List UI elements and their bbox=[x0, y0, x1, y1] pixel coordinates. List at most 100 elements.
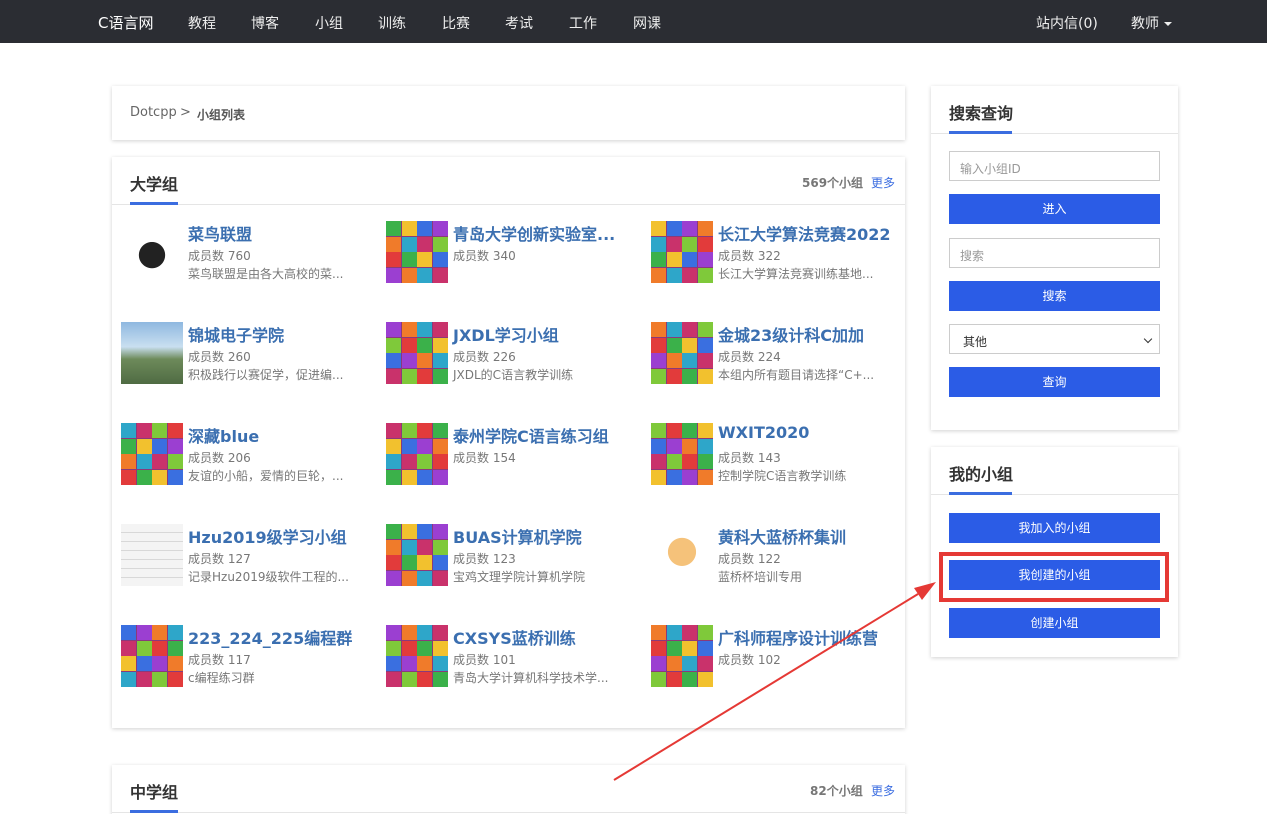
group-thumbnail[interactable] bbox=[386, 524, 448, 586]
group-card[interactable]: BUAS计算机学院 成员数 123 宝鸡文理学院计算机学院 bbox=[386, 524, 636, 586]
nav-item-jobs[interactable]: 工作 bbox=[569, 13, 597, 33]
group-name[interactable]: WXIT2020 bbox=[718, 423, 809, 442]
panel-title: 大学组 bbox=[130, 175, 179, 194]
group-card[interactable]: 锦城电子学院 成员数 260 积极践行以赛促学，促进编... bbox=[121, 322, 371, 384]
caret-down-icon bbox=[1164, 22, 1172, 26]
group-member-count: 成员数 206 bbox=[188, 451, 251, 465]
cube-image bbox=[386, 322, 448, 384]
group-thumbnail[interactable] bbox=[386, 221, 448, 283]
group-name[interactable]: 青岛大学创新实验室... bbox=[453, 221, 615, 245]
group-id-input[interactable]: 输入小组ID bbox=[949, 151, 1160, 181]
brand-logo[interactable]: C语言网 bbox=[98, 12, 153, 33]
nav-item-courses[interactable]: 网课 bbox=[633, 13, 661, 33]
group-member-count: 成员数 102 bbox=[718, 653, 781, 667]
group-member-count: 成员数 760 bbox=[188, 249, 251, 263]
group-card[interactable]: Hzu2019级学习小组 成员数 127 记录Hzu2019级软件工程的... bbox=[121, 524, 371, 586]
group-name[interactable]: 泰州学院C语言练习组 bbox=[453, 423, 609, 447]
group-description: 宝鸡文理学院计算机学院 bbox=[453, 570, 586, 584]
campus-image[interactable] bbox=[121, 322, 183, 384]
nav-item-tutorial[interactable]: 教程 bbox=[188, 13, 216, 33]
group-name[interactable]: BUAS计算机学院 bbox=[453, 524, 582, 548]
group-card[interactable]: 223_224_225编程群 成员数 117 c编程练习群 bbox=[121, 625, 371, 687]
create-group-button[interactable]: 创建小组 bbox=[949, 608, 1160, 638]
user-menu[interactable]: 教师 bbox=[1131, 13, 1172, 33]
cartoon-image[interactable] bbox=[121, 221, 183, 283]
group-card[interactable]: 泰州学院C语言练习组 成员数 154 bbox=[386, 423, 636, 485]
group-name[interactable]: 金城23级计科C加加 bbox=[718, 322, 864, 346]
more-link[interactable]: 更多 bbox=[871, 782, 895, 799]
messages-link[interactable]: 站内信(0) bbox=[1036, 13, 1098, 33]
group-card[interactable]: 广科师程序设计训练营成员数 102 bbox=[651, 625, 901, 687]
cube-image bbox=[386, 423, 448, 485]
title-underline bbox=[949, 131, 1012, 134]
cube-image bbox=[121, 423, 183, 485]
cube-image bbox=[386, 625, 448, 687]
group-card[interactable]: 金城23级计科C加加成员数 224 本组内所有题目请选择“C+... bbox=[651, 322, 901, 384]
middle-school-groups-panel: 中学组 82个小组 更多 bbox=[112, 765, 905, 814]
group-name[interactable]: CXSYS蓝桥训练 bbox=[453, 625, 576, 649]
group-name[interactable]: 锦城电子学院 bbox=[188, 322, 284, 346]
panel-header: 我的小组 bbox=[931, 447, 1178, 495]
breadcrumb-current: 小组列表 bbox=[197, 108, 246, 122]
group-card[interactable]: CXSYS蓝桥训练成员数 101 青岛大学计算机科学技术学... bbox=[386, 625, 636, 687]
breadcrumb-root[interactable]: Dotcpp bbox=[130, 105, 177, 120]
group-thumbnail[interactable] bbox=[651, 423, 713, 485]
anime-image[interactable] bbox=[651, 524, 713, 586]
group-name[interactable]: 长江大学算法竞赛2022 bbox=[718, 221, 891, 245]
group-member-count: 成员数 101 bbox=[453, 653, 516, 667]
group-description: c编程练习群 bbox=[188, 671, 255, 685]
search-button[interactable]: 搜索 bbox=[949, 281, 1160, 311]
group-member-count: 成员数 224 bbox=[718, 350, 781, 364]
highlight-box bbox=[939, 552, 1169, 602]
nav-item-blog[interactable]: 博客 bbox=[251, 13, 279, 33]
group-name[interactable]: 223_224_225编程群 bbox=[188, 625, 352, 649]
group-description: 蓝桥杯培训专用 bbox=[718, 570, 803, 584]
nav-item-exam[interactable]: 考试 bbox=[505, 13, 533, 33]
query-button[interactable]: 查询 bbox=[949, 367, 1160, 397]
nav-item-groups[interactable]: 小组 bbox=[315, 13, 343, 33]
group-description: 长江大学算法竞赛训练基地... bbox=[718, 267, 874, 281]
joined-groups-button[interactable]: 我加入的小组 bbox=[949, 513, 1160, 543]
group-thumbnail[interactable] bbox=[121, 625, 183, 687]
more-link[interactable]: 更多 bbox=[871, 174, 895, 191]
search-input[interactable]: 搜索 bbox=[949, 238, 1160, 268]
enter-button[interactable]: 进入 bbox=[949, 194, 1160, 224]
university-groups-panel: 大学组 569个小组 更多 菜鸟联盟 成员数 760 菜鸟联盟是由各大高校的菜...… bbox=[112, 157, 905, 728]
group-description: 记录Hzu2019级软件工程的... bbox=[188, 570, 349, 584]
group-name[interactable]: Hzu2019级学习小组 bbox=[188, 524, 347, 548]
category-select[interactable]: 其他 bbox=[949, 324, 1160, 354]
group-member-count: 成员数 322 bbox=[718, 249, 781, 263]
group-name[interactable]: 菜鸟联盟 bbox=[188, 221, 252, 245]
group-thumbnail[interactable] bbox=[386, 322, 448, 384]
group-card[interactable]: 黄科大蓝桥杯集训 成员数 122 蓝桥杯培训专用 bbox=[651, 524, 901, 586]
nav-item-contest[interactable]: 比赛 bbox=[442, 13, 470, 33]
group-description: 友谊的小船，爱情的巨轮，... bbox=[188, 469, 344, 483]
group-card[interactable]: 青岛大学创新实验室... 成员数 340 bbox=[386, 221, 636, 283]
group-name[interactable]: 广科师程序设计训练营 bbox=[718, 625, 878, 649]
group-thumbnail[interactable] bbox=[651, 625, 713, 687]
group-card[interactable]: 深藏blue 成员数 206 友谊的小船，爱情的巨轮，... bbox=[121, 423, 371, 485]
group-card[interactable]: WXIT2020 成员数 143 控制学院C语言教学训练 bbox=[651, 423, 901, 485]
group-name[interactable]: 深藏blue bbox=[188, 423, 259, 447]
cube-image bbox=[386, 524, 448, 586]
group-thumbnail[interactable] bbox=[651, 221, 713, 283]
top-navbar: C语言网 教程 博客 小组 训练 比赛 考试 工作 网课 站内信(0) 教师 bbox=[0, 0, 1267, 43]
breadcrumb: Dotcpp > 小组列表 bbox=[112, 86, 905, 140]
group-description: 青岛大学计算机科学技术学... bbox=[453, 671, 609, 685]
group-thumbnail[interactable] bbox=[121, 423, 183, 485]
cube-image bbox=[651, 322, 713, 384]
group-thumbnail[interactable] bbox=[651, 322, 713, 384]
group-thumbnail[interactable] bbox=[386, 423, 448, 485]
group-card[interactable]: JXDL学习小组 成员数 226 JXDL的C语言教学训练 bbox=[386, 322, 636, 384]
group-card[interactable]: 长江大学算法竞赛2022 成员数 322 长江大学算法竞赛训练基地... bbox=[651, 221, 901, 283]
panel-title: 我的小组 bbox=[949, 465, 1014, 484]
group-description: 控制学院C语言教学训练 bbox=[718, 469, 847, 483]
note-image[interactable] bbox=[121, 524, 183, 586]
group-name[interactable]: 黄科大蓝桥杯集训 bbox=[718, 524, 846, 548]
group-description: 本组内所有题目请选择“C+... bbox=[718, 368, 875, 382]
nav-item-training[interactable]: 训练 bbox=[378, 13, 406, 33]
group-name[interactable]: JXDL学习小组 bbox=[453, 322, 559, 346]
group-card[interactable]: 菜鸟联盟 成员数 760 菜鸟联盟是由各大高校的菜... bbox=[121, 221, 371, 283]
group-thumbnail[interactable] bbox=[386, 625, 448, 687]
cube-image bbox=[651, 221, 713, 283]
